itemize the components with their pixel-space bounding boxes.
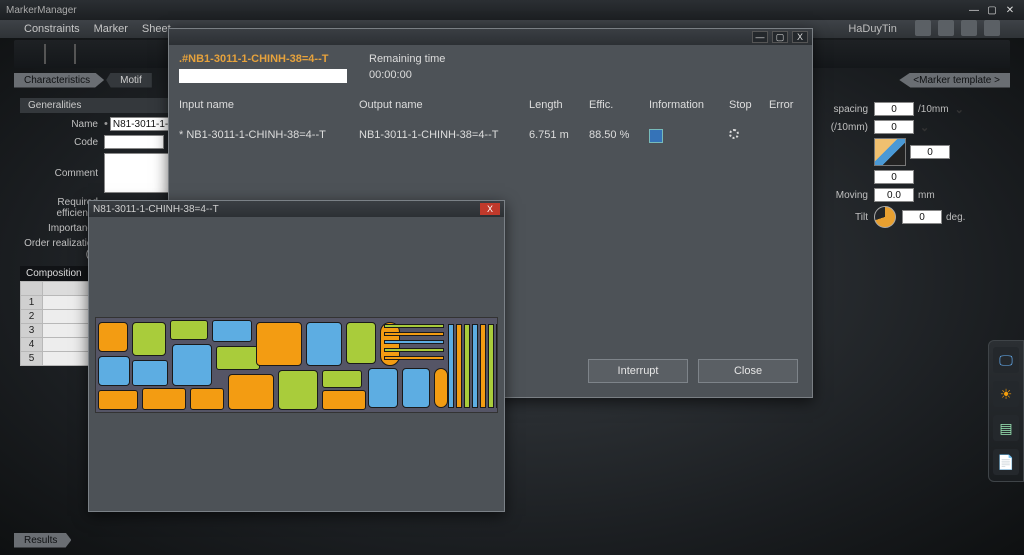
app-title: MarkerManager <box>6 5 77 16</box>
per10-input[interactable] <box>874 120 914 134</box>
footer-results[interactable]: Results <box>14 533 71 548</box>
label-tilt: Tilt <box>814 212 874 223</box>
col-stop: Stop <box>729 99 769 111</box>
menu-marker[interactable]: Marker <box>94 23 128 35</box>
crumb-characteristics[interactable]: Characteristics <box>14 73 104 88</box>
sidebar-doc-icon[interactable]: ▤ <box>993 415 1019 441</box>
info-icon[interactable] <box>649 129 663 143</box>
app-titlebar: MarkerManager — ▢ ✕ <box>0 0 1024 20</box>
col-information: Information <box>649 99 729 111</box>
label-per10: (/10mm) <box>814 122 874 133</box>
app-close-button[interactable]: ✕ <box>1002 3 1018 17</box>
chevron-down-icon[interactable]: ⌄ <box>955 103 964 116</box>
code-input[interactable] <box>104 135 164 149</box>
cell-length: 6.751 m <box>529 129 589 146</box>
preview-close-button[interactable]: X <box>480 203 500 215</box>
toolbar-icon-1[interactable] <box>915 20 931 36</box>
floating-sidebar: 🖵 ☀ ▤ 📄 <box>988 340 1024 482</box>
spacing-input[interactable] <box>874 102 914 116</box>
label-moving: Moving <box>814 190 874 201</box>
col-efficiency: Effic. <box>589 99 649 111</box>
job-row[interactable]: * NB1-3011-1-CHINH-38=4--T NB1-3011-1-CH… <box>179 129 802 146</box>
dialog-maximize-button[interactable]: ▢ <box>772 31 788 43</box>
pattern-swatch[interactable] <box>874 138 906 166</box>
toolbar-icons <box>911 20 1000 39</box>
right-panel: spacing/10mm⌄ (/10mm)⌄ Movingmm Tiltdeg. <box>814 98 1004 232</box>
toolbar-icon-3[interactable] <box>961 20 977 36</box>
preview-title: N81-3011-1-CHINH-38=4--T <box>93 204 219 215</box>
col-length: Length <box>529 99 589 111</box>
dialog-close-button[interactable]: X <box>792 31 808 43</box>
toolbar-icon-2[interactable] <box>938 20 954 36</box>
cell-output: NB1-3011-1-CHINH-38=4--T <box>359 129 529 146</box>
chevron-down-icon[interactable]: ⌄ <box>920 121 929 134</box>
sidebar-screen-icon[interactable]: 🖵 <box>993 347 1019 373</box>
tilt-input[interactable] <box>902 210 942 224</box>
zero-input[interactable] <box>874 170 914 184</box>
label-spacing: spacing <box>814 104 874 115</box>
moving-input[interactable] <box>874 188 914 202</box>
preview-window: N81-3011-1-CHINH-38=4--T X <box>88 200 505 512</box>
col-error: Error <box>769 99 809 111</box>
cell-efficiency: 88.50 % <box>589 129 649 146</box>
swatch-input[interactable] <box>910 145 950 159</box>
menu-sheet[interactable]: Sheet <box>142 23 171 35</box>
tilt-icon[interactable] <box>874 206 896 228</box>
toolbar-icon-4[interactable] <box>984 20 1000 36</box>
label-name: Name <box>20 119 104 130</box>
sidebar-page-icon[interactable]: 📄 <box>993 449 1019 475</box>
progress-bar <box>179 69 347 83</box>
cell-input: NB1-3011-1-CHINH-38=4--T <box>186 129 325 141</box>
col-output-name: Output name <box>359 99 529 111</box>
app-maximize-button[interactable]: ▢ <box>984 3 1000 17</box>
dialog-minimize-button[interactable]: — <box>752 31 768 43</box>
crumb-marker-template[interactable]: <Marker template > <box>899 73 1010 88</box>
footer: Results <box>14 531 1010 549</box>
label-comment: Comment <box>20 168 104 179</box>
menu-constraints[interactable]: Constraints <box>24 23 80 35</box>
sidebar-sun-icon[interactable]: ☀ <box>993 381 1019 407</box>
close-button[interactable]: Close <box>698 359 798 383</box>
stop-icon[interactable] <box>729 129 739 139</box>
remaining-time-label: Remaining time <box>369 53 445 65</box>
col-input-name: Input name <box>179 99 359 111</box>
job-table: Input name Output name Length Effic. Inf… <box>179 99 802 146</box>
dialog-path: .#NB1-3011-1-CHINH-38=4--T <box>179 53 347 65</box>
interrupt-button[interactable]: Interrupt <box>588 359 688 383</box>
label-code: Code <box>20 137 104 148</box>
marker-layout-canvas[interactable] <box>95 317 498 413</box>
crumb-motif[interactable]: Motif <box>106 73 152 88</box>
user-label[interactable]: HaDuyTin <box>848 23 897 35</box>
app-minimize-button[interactable]: — <box>966 3 982 17</box>
remaining-time-value: 00:00:00 <box>369 69 445 81</box>
